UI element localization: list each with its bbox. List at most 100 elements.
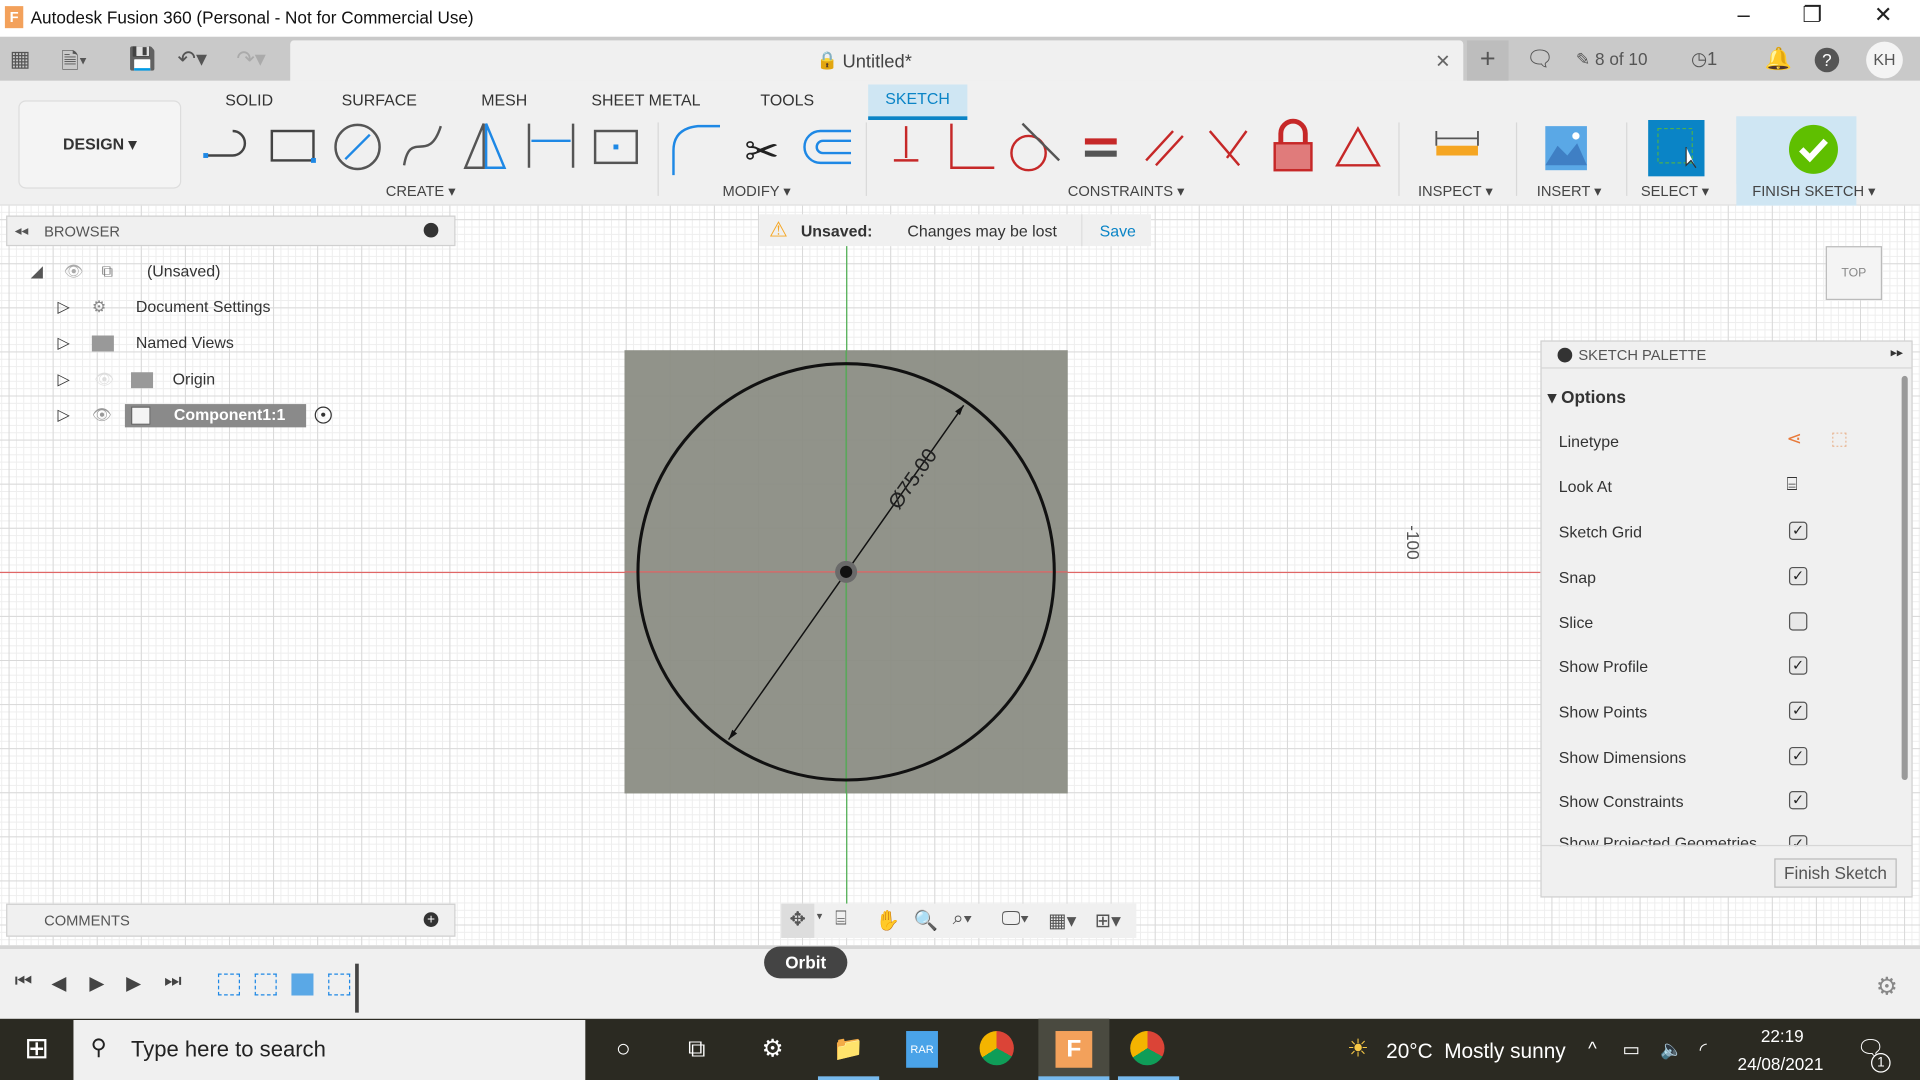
file-explorer-icon[interactable]: 📁 xyxy=(830,1031,867,1068)
select-menu[interactable]: SELECT ▾ xyxy=(1641,182,1709,199)
viewports-icon[interactable]: ⊞▾ xyxy=(1095,909,1121,933)
options-section-toggle[interactable]: ▾ Options xyxy=(1548,387,1626,408)
sketch-grid-checkbox[interactable]: ✓ xyxy=(1788,521,1808,541)
task-view-icon[interactable]: ⧉ xyxy=(678,1031,715,1068)
document-tab[interactable]: 🔒 Untitled* ✕ xyxy=(290,40,1464,81)
point-tool-icon[interactable] xyxy=(593,129,638,165)
timeline-marker[interactable] xyxy=(355,963,359,1013)
job-history[interactable]: ◷1 xyxy=(1691,48,1717,70)
diameter-dimension-text[interactable]: Ø75.00 xyxy=(884,444,942,513)
finish-sketch-menu[interactable]: FINISH SKETCH ▾ xyxy=(1752,182,1875,199)
measure-ruler-icon[interactable] xyxy=(1435,131,1479,156)
fix-unfix-constraint-icon[interactable] xyxy=(893,126,919,162)
browser-minimize-icon[interactable] xyxy=(423,222,439,238)
display-settings-icon[interactable]: 🖵▾ xyxy=(1002,909,1029,931)
fillet-tool-icon[interactable] xyxy=(672,124,721,176)
browser-item-origin[interactable]: ▷ 👁 Origin xyxy=(55,364,422,396)
create-menu[interactable]: CREATE ▾ xyxy=(386,182,456,199)
settings-gear-icon[interactable]: ⚙ xyxy=(754,1031,791,1068)
snap-checkbox[interactable]: ✓ xyxy=(1788,566,1808,586)
show-dimensions-checkbox[interactable]: ✓ xyxy=(1788,746,1808,766)
look-at-nav-icon[interactable]: ⌸ xyxy=(835,909,847,931)
browser-item-component[interactable]: ▷ 👁 Component1:1 ● xyxy=(55,399,422,431)
play-icon[interactable]: ▶ xyxy=(89,971,104,995)
add-comment-icon[interactable]: + xyxy=(423,912,439,927)
fit-zoom-icon[interactable]: ⌕▾ xyxy=(953,909,972,931)
construction-linetype-icon[interactable]: ⋖ xyxy=(1787,427,1802,450)
triangle-constraint-icon[interactable] xyxy=(1335,126,1381,167)
insert-image-icon[interactable] xyxy=(1545,126,1587,171)
close-button[interactable]: ✕ xyxy=(1865,2,1902,28)
modify-menu[interactable]: MODIFY ▾ xyxy=(722,182,790,199)
finish-sketch-check-icon[interactable] xyxy=(1788,124,1839,175)
hidden-eye-icon[interactable]: 👁 xyxy=(94,370,114,390)
select-window-icon[interactable] xyxy=(1648,120,1705,177)
palette-minimize-icon[interactable] xyxy=(1557,347,1573,363)
clock-date[interactable]: 24/08/2021 xyxy=(1738,1054,1824,1074)
finish-sketch-button[interactable]: Finish Sketch xyxy=(1774,858,1897,888)
expand-triangle-icon[interactable]: ▷ xyxy=(58,405,70,425)
show-constraints-checkbox[interactable]: ✓ xyxy=(1788,791,1808,810)
circle-tool-icon[interactable] xyxy=(334,123,381,171)
browser-item-document-settings[interactable]: ▷ ⚙ Document Settings xyxy=(55,291,422,323)
go-to-start-icon[interactable]: ⏮ xyxy=(15,971,33,993)
timeline-sketch-feature-icon[interactable] xyxy=(254,973,277,996)
tangent-constraint-icon[interactable] xyxy=(1010,122,1061,172)
collapse-browser-icon[interactable]: ◂◂ xyxy=(15,223,29,239)
perpendicular-constraint-icon[interactable] xyxy=(950,123,995,169)
step-back-icon[interactable]: ◀ xyxy=(51,971,66,995)
visibility-eye-icon[interactable]: 👁 xyxy=(64,262,84,282)
step-forward-icon[interactable]: ▶ xyxy=(126,971,141,995)
weather-text[interactable]: 20°C Mostly sunny xyxy=(1386,1040,1566,1064)
look-at-icon[interactable]: ⌸ xyxy=(1787,474,1798,495)
insert-menu[interactable]: INSERT ▾ xyxy=(1537,182,1602,199)
restore-button[interactable]: ❐ xyxy=(1794,2,1831,28)
new-tab-button[interactable]: + xyxy=(1466,40,1509,81)
comments-panel-header[interactable]: COMMENTS + xyxy=(6,903,456,937)
timeline-sketch-feature-icon[interactable] xyxy=(328,973,351,996)
volume-icon[interactable]: 🔈 xyxy=(1660,1038,1683,1061)
weather-sun-icon[interactable]: ☀ xyxy=(1340,1031,1377,1068)
save-link[interactable]: Save xyxy=(1100,222,1136,240)
orbit-icon[interactable]: ✥ xyxy=(781,903,815,938)
mirror-tool-icon[interactable] xyxy=(463,123,507,169)
expand-palette-icon[interactable]: ▸▸ xyxy=(1891,347,1903,360)
inspect-menu[interactable]: INSPECT ▾ xyxy=(1418,182,1493,199)
orbit-dropdown-icon[interactable]: ▾ xyxy=(817,910,823,923)
viewcube[interactable]: TOP xyxy=(1825,246,1883,301)
data-panel-grid-icon[interactable]: ▦ xyxy=(10,47,31,73)
cortana-circle-icon[interactable]: ○ xyxy=(605,1031,642,1068)
palette-scrollbar[interactable] xyxy=(1901,375,1908,781)
chrome-icon[interactable] xyxy=(1130,1031,1165,1066)
comments-icon[interactable]: 🗨 xyxy=(1526,47,1554,73)
timeline-settings-gear-icon[interactable]: ⚙ xyxy=(1876,971,1898,1002)
file-menu-icon[interactable]: 🗎▾ xyxy=(61,47,87,84)
close-tab-icon[interactable]: ✕ xyxy=(1435,50,1450,72)
zoom-icon[interactable]: 🔍 xyxy=(913,909,937,933)
undo-icon[interactable]: ↶▾ xyxy=(178,47,208,73)
activate-radio-icon[interactable]: ● xyxy=(314,406,332,424)
trim-scissors-icon[interactable]: ✂ xyxy=(744,127,779,174)
tab-sketch[interactable]: SKETCH xyxy=(868,84,968,121)
expand-triangle-icon[interactable]: ▷ xyxy=(58,370,70,390)
chrome-icon[interactable] xyxy=(979,1031,1014,1066)
pan-hand-icon[interactable]: ✋ xyxy=(876,909,900,933)
wifi-icon[interactable]: ◜ xyxy=(1700,1038,1707,1061)
constraints-menu[interactable]: CONSTRAINTS ▾ xyxy=(1068,182,1185,199)
save-icon[interactable]: 💾 xyxy=(129,47,156,73)
workspace-switcher[interactable]: DESIGN ▾ xyxy=(18,100,182,189)
go-to-end-icon[interactable]: ⏭ xyxy=(164,971,182,993)
collinear-constraint-icon[interactable] xyxy=(1208,130,1248,167)
browser-panel-header[interactable]: ◂◂ BROWSER xyxy=(6,215,456,247)
show-hidden-icons[interactable]: ^ xyxy=(1588,1038,1597,1059)
sketch-dimension-icon[interactable] xyxy=(527,123,575,168)
line-tool-icon[interactable] xyxy=(203,129,247,158)
centerline-linetype-icon[interactable]: ⬚ xyxy=(1831,427,1848,450)
show-points-checkbox[interactable]: ✓ xyxy=(1788,701,1808,721)
winrar-icon[interactable]: RAR xyxy=(906,1031,938,1068)
browser-item-named-views[interactable]: ▷ Named Views xyxy=(55,327,422,359)
clock-time[interactable]: 22:19 xyxy=(1761,1026,1804,1046)
spline-tool-icon[interactable] xyxy=(402,125,442,166)
show-profile-checkbox[interactable]: ✓ xyxy=(1788,656,1808,675)
windows-start-icon[interactable]: ⊞ xyxy=(18,1031,55,1068)
